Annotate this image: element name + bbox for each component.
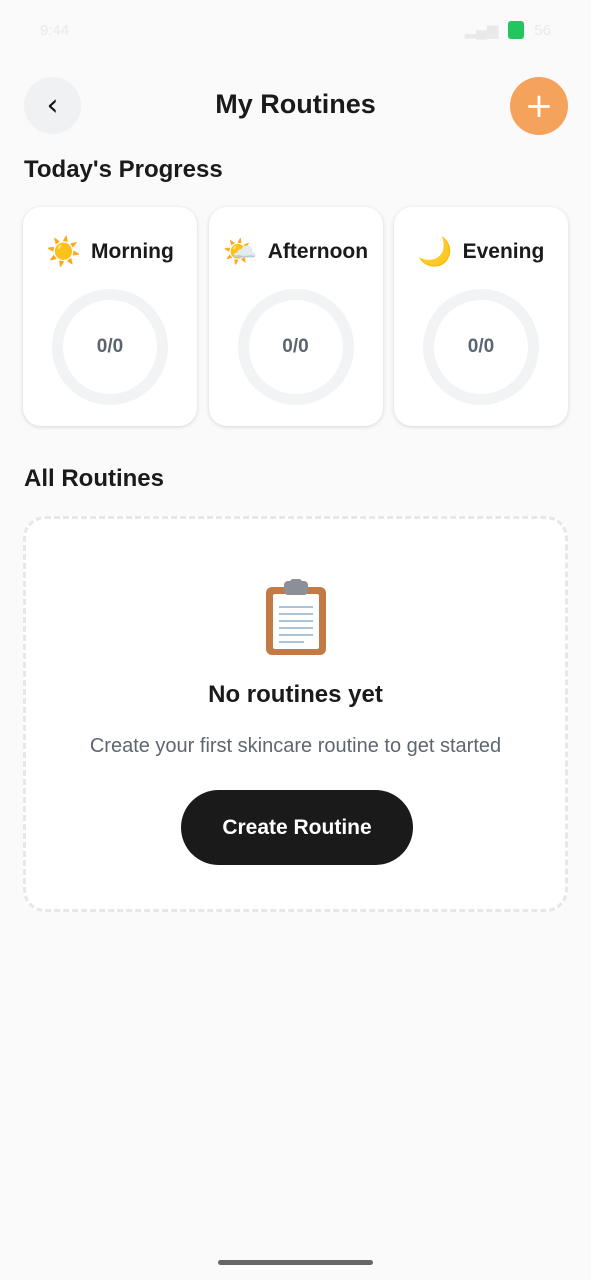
progress-ring: 0/0 xyxy=(423,289,539,405)
progress-ring: 0/0 xyxy=(52,289,168,405)
progress-cards: ☀️ Morning 0/0 🌤️ Afternoon 0/0 🌙 Evenin… xyxy=(23,207,568,426)
empty-state-card: No routines yet Create your first skinca… xyxy=(23,516,568,912)
card-header: ☀️ Morning xyxy=(23,235,197,268)
card-label: Morning xyxy=(91,239,174,263)
page-title: My Routines xyxy=(215,89,376,119)
empty-title: No routines yet xyxy=(208,681,383,708)
card-label: Evening xyxy=(462,239,545,263)
progress-ring: 0/0 xyxy=(237,289,354,405)
progress-count: 0/0 xyxy=(96,336,124,357)
sun-cloud-icon: 🌤️ xyxy=(222,235,258,268)
battery-icon xyxy=(508,21,525,39)
progress-count: 0/0 xyxy=(282,336,309,357)
add-routine-button[interactable]: + xyxy=(510,77,568,135)
progress-card-morning[interactable]: ☀️ Morning 0/0 xyxy=(23,207,197,426)
home-indicator[interactable] xyxy=(218,1260,373,1265)
card-header: 🌙 Evening xyxy=(394,235,568,268)
create-routine-button[interactable]: Create Routine xyxy=(181,790,413,865)
header: ‹ My Routines + xyxy=(0,77,591,135)
progress-card-evening[interactable]: 🌙 Evening 0/0 xyxy=(394,207,568,426)
status-time: 9:44 xyxy=(40,21,70,39)
moon-icon: 🌙 xyxy=(417,235,453,268)
battery-level: 56 xyxy=(534,21,551,39)
status-bar: 9:44 ▂▄▆ 56 xyxy=(0,0,591,60)
all-routines-title: All Routines xyxy=(24,465,165,492)
progress-count: 0/0 xyxy=(467,336,495,357)
progress-card-afternoon[interactable]: 🌤️ Afternoon 0/0 xyxy=(208,207,383,426)
status-right: ▂▄▆ 56 xyxy=(465,21,551,39)
status-left: 9:44 xyxy=(40,22,69,39)
plus-icon: + xyxy=(524,86,554,126)
card-label: Afternoon xyxy=(267,239,369,263)
empty-description: Create your first skincare routine to ge… xyxy=(89,735,502,757)
sun-icon: ☀️ xyxy=(46,235,82,268)
card-header: 🌤️ Afternoon xyxy=(209,235,383,268)
todays-progress-title: Today's Progress xyxy=(24,156,223,183)
signal-icon: ▂▄▆ xyxy=(464,22,499,39)
clipboard-icon xyxy=(26,579,565,657)
